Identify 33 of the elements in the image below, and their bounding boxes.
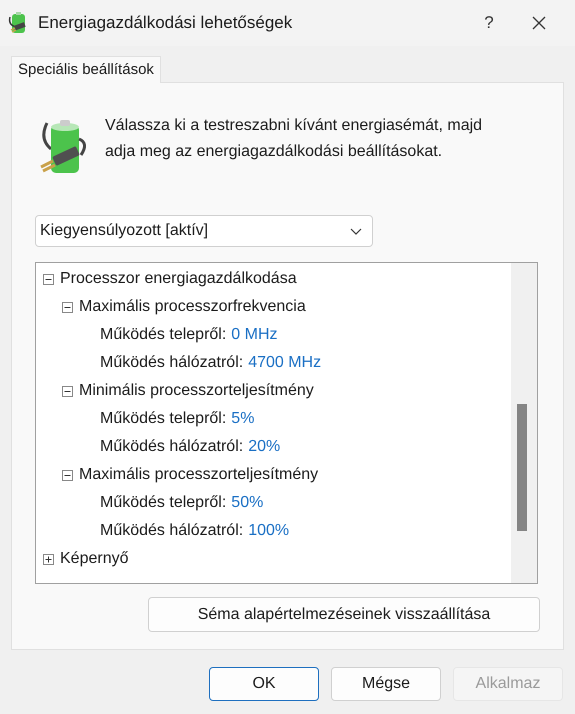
tree-node-label[interactable]: Képernyő <box>60 547 128 571</box>
setting-label[interactable]: Működés hálózatról: <box>100 351 244 375</box>
chevron-down-icon <box>350 228 362 234</box>
description-text: Válassza ki a testreszabni kívánt energiasémát, majd adja meg az energiagazdálkodási beállításokat. <box>105 116 484 162</box>
close-icon <box>532 16 546 30</box>
tree-node-label[interactable]: Processzor energiagazdálkodása <box>60 267 297 291</box>
setting-value[interactable]: 100% <box>248 519 290 543</box>
setting-value[interactable]: 20% <box>248 435 280 459</box>
collapse-icon[interactable] <box>62 302 73 312</box>
setting-label[interactable]: Működés hálózatról: <box>100 435 244 459</box>
tree-node-label[interactable]: Minimális processzorteljesítmény <box>79 379 314 403</box>
collapse-icon[interactable] <box>62 386 73 396</box>
setting-value[interactable]: 0 MHz <box>231 323 278 347</box>
setting-value[interactable]: 4700 MHz <box>248 351 322 375</box>
tab[interactable]: Speciális beállítások <box>11 56 161 83</box>
ok-button[interactable]: OK <box>209 667 319 701</box>
help-button[interactable]: ? <box>467 5 511 41</box>
collapse-icon[interactable] <box>62 470 73 480</box>
setting-value[interactable]: 50% <box>231 491 264 515</box>
collapse-icon[interactable] <box>43 274 54 284</box>
plan-dropdown[interactable]: Kiegyensúlyozott [aktív] <box>35 215 373 247</box>
scrollbar-thumb[interactable] <box>517 404 527 531</box>
window-title: Energiagazdálkodási lehetőségek <box>38 12 292 34</box>
reset-defaults-button[interactable]: Séma alapértelmezéseinek visszaállítása <box>148 597 540 632</box>
setting-label[interactable]: Működés telepről: <box>100 407 226 431</box>
setting-label[interactable]: Működés telepről: <box>100 491 226 515</box>
setting-label[interactable]: Működés telepről: <box>100 323 226 347</box>
setting-value[interactable]: 5% <box>231 407 254 431</box>
setting-label[interactable]: Működés hálózatról: <box>100 519 244 543</box>
tree-node-label[interactable]: Maximális processzorfrekvencia <box>79 295 306 319</box>
tree-node-label[interactable]: Maximális processzorteljesítmény <box>79 463 318 487</box>
expand-icon[interactable] <box>43 554 54 564</box>
dialog-button[interactable]: Mégse <box>331 667 441 701</box>
